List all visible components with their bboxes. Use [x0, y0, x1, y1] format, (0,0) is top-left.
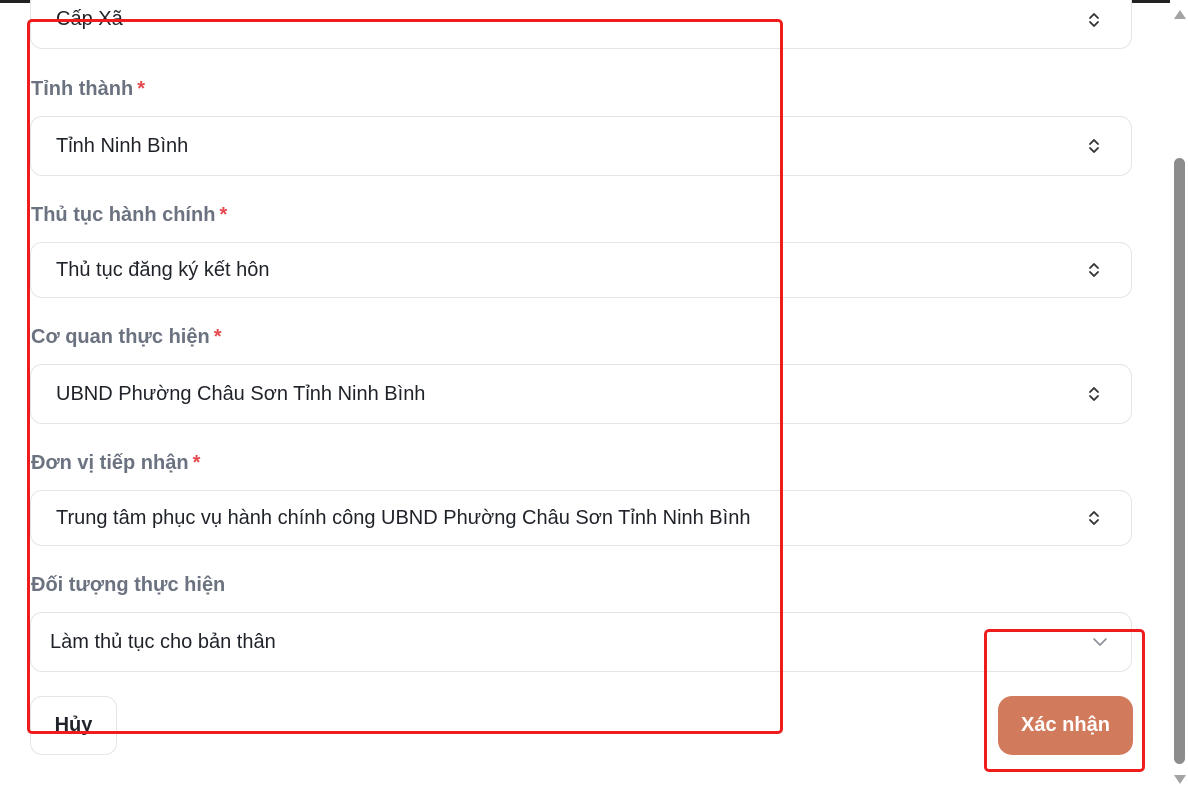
required-mark: * [219, 204, 228, 226]
confirm-button-label: Xác nhận [1021, 714, 1110, 736]
receiver-label: Đơn vị tiếp nhận * [31, 452, 200, 475]
chevron-up-down-icon [1087, 384, 1101, 404]
chevron-down-icon [1091, 632, 1109, 652]
agency-label: Cơ quan thực hiện * [31, 326, 222, 349]
receiver-label-text: Đơn vị tiếp nhận [31, 452, 189, 474]
scroll-up-arrow-icon[interactable] [1174, 10, 1186, 19]
agency-select[interactable]: UBND Phường Châu Sơn Tỉnh Ninh Bình [30, 364, 1132, 424]
confirm-button[interactable]: Xác nhận [998, 696, 1133, 755]
scroll-down-arrow-icon[interactable] [1174, 775, 1186, 784]
required-mark: * [137, 78, 145, 100]
level-value: Cấp Xã [56, 8, 123, 30]
province-label-text: Tỉnh thành [31, 78, 134, 100]
chevron-up-down-icon [1087, 260, 1101, 280]
chevron-up-down-icon [1087, 508, 1101, 528]
required-mark: * [213, 326, 222, 348]
cancel-button-label: Hủy [54, 714, 93, 736]
procedure-value: Thủ tục đăng ký kết hôn [56, 258, 270, 281]
chevron-up-down-icon [1087, 10, 1101, 30]
scrollbar-thumb[interactable] [1174, 158, 1185, 764]
subject-label: Đối tượng thực hiện [31, 574, 225, 597]
chevron-up-down-icon [1087, 136, 1101, 156]
receiver-value: Trung tâm phục vụ hành chính công UBND P… [56, 506, 751, 529]
required-mark: * [192, 452, 201, 474]
cancel-button[interactable]: Hủy [30, 696, 117, 755]
province-value: Tỉnh Ninh Bình [56, 134, 189, 157]
subject-select[interactable]: Làm thủ tục cho bản thân [30, 612, 1132, 672]
province-select[interactable]: Tỉnh Ninh Bình [30, 116, 1132, 176]
level-select[interactable]: Cấp Xã [30, 0, 1132, 49]
procedure-label: Thủ tục hành chính * [31, 204, 227, 227]
agency-value: UBND Phường Châu Sơn Tỉnh Ninh Bình [56, 382, 426, 405]
procedure-label-text: Thủ tục hành chính [31, 204, 216, 226]
vertical-scrollbar[interactable] [1170, 0, 1188, 785]
procedure-select[interactable]: Thủ tục đăng ký kết hôn [30, 242, 1132, 298]
subject-value: Làm thủ tục cho bản thân [50, 630, 276, 653]
form-page: Cấp Xã Tỉnh thành * Tỉnh Ninh Bình Thủ tụ… [0, 0, 1188, 785]
province-label: Tỉnh thành * [31, 78, 145, 101]
subject-label-text: Đối tượng thực hiện [31, 574, 226, 596]
agency-label-text: Cơ quan thực hiện [31, 326, 210, 348]
receiver-select[interactable]: Trung tâm phục vụ hành chính công UBND P… [30, 490, 1132, 546]
